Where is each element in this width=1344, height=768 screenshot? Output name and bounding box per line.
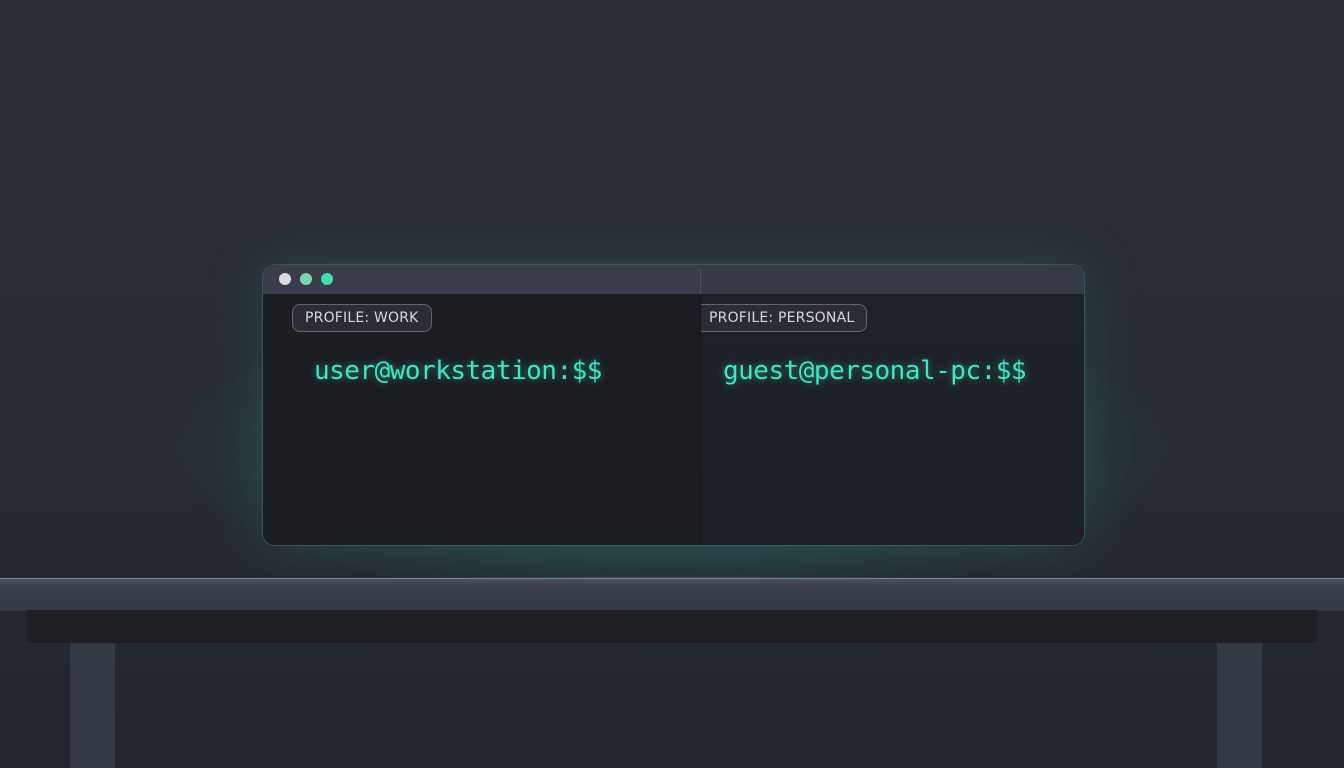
desk-apron (26, 610, 1318, 643)
profile-badge-work: PROFILE: WORK (292, 304, 432, 332)
desk-leg-left (70, 643, 115, 768)
pane-work[interactable]: PROFILE: WORK user@workstation:$$ (263, 294, 701, 545)
scene: PROFILE: WORK user@workstation:$$ PROFIL… (0, 0, 1344, 768)
terminal-window[interactable]: PROFILE: WORK user@workstation:$$ PROFIL… (263, 265, 1084, 545)
profile-badge-personal: PROFILE: PERSONAL (701, 304, 868, 332)
desk-surface (0, 578, 1344, 611)
prompt-personal[interactable]: guest@personal-pc:$$ (723, 356, 1027, 386)
pane-personal[interactable]: PROFILE: PERSONAL guest@personal-pc:$$ (701, 294, 1084, 545)
title-bar[interactable] (263, 265, 1084, 294)
prompt-work[interactable]: user@workstation:$$ (314, 356, 602, 386)
minimize-dot-icon[interactable] (300, 273, 312, 285)
maximize-dot-icon[interactable] (321, 273, 333, 285)
desk-leg-right (1217, 643, 1262, 768)
close-dot-icon[interactable] (279, 273, 291, 285)
